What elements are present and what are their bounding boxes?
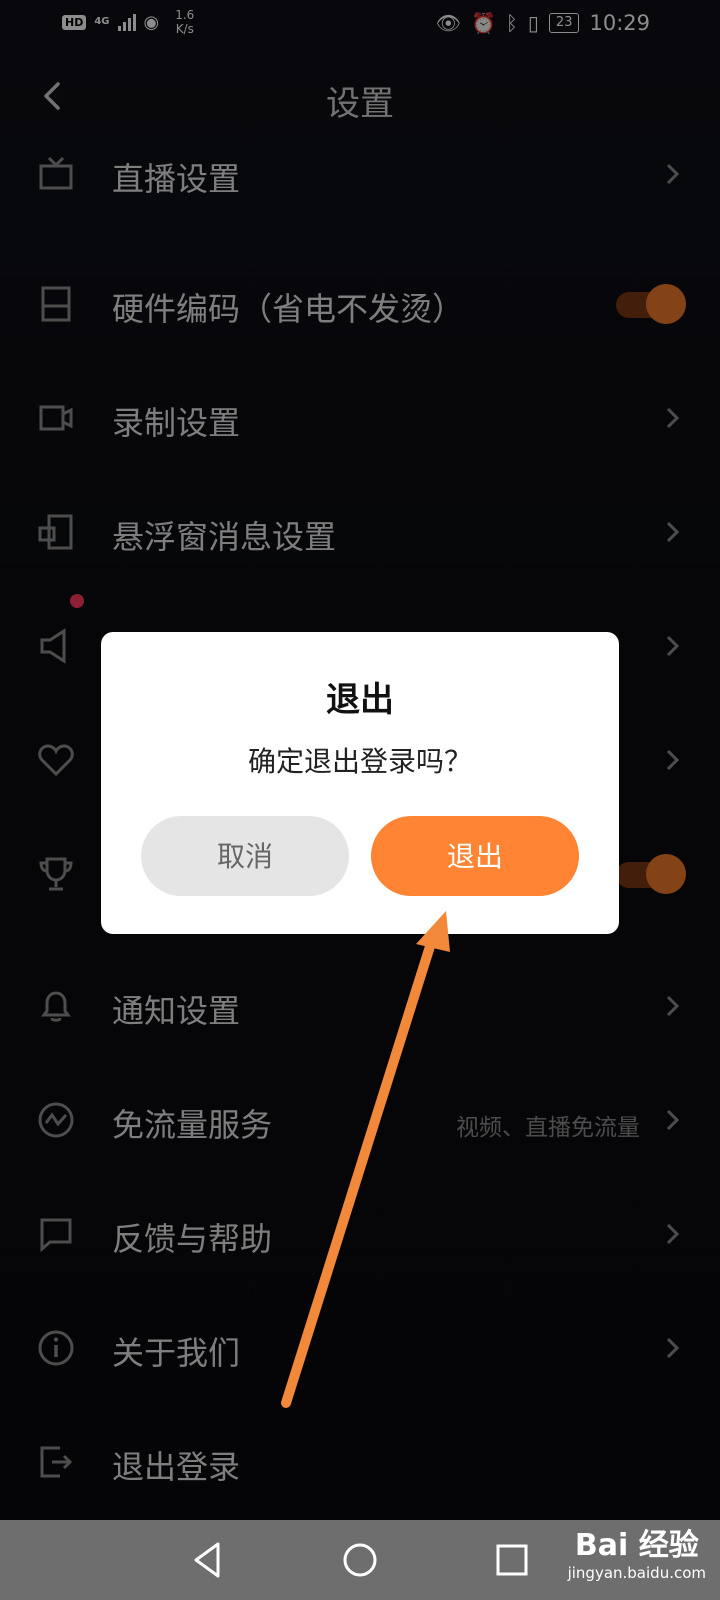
back-triangle-icon[interactable]	[186, 1538, 230, 1582]
system-nav-bar: Bai 经验 jingyan.baidu.com	[0, 1520, 720, 1600]
cancel-button[interactable]: 取消	[141, 816, 349, 896]
dialog-title: 退出	[326, 680, 394, 720]
baidu-watermark: Bai 经验 jingyan.baidu.com	[567, 1528, 706, 1582]
settings-screen: HD 4G ◉ 1.6 K/s 👁 ⏰ ᛒ ▯ 23 10:29 设置 直播设置…	[0, 0, 720, 1520]
logout-dialog: 退出 确定退出登录吗？ 取消 退出	[101, 632, 619, 934]
dialog-message: 确定退出登录吗？	[247, 745, 472, 778]
home-circle-icon[interactable]	[338, 1538, 382, 1582]
recents-square-icon[interactable]	[490, 1538, 534, 1582]
confirm-logout-button[interactable]: 退出	[371, 816, 579, 896]
